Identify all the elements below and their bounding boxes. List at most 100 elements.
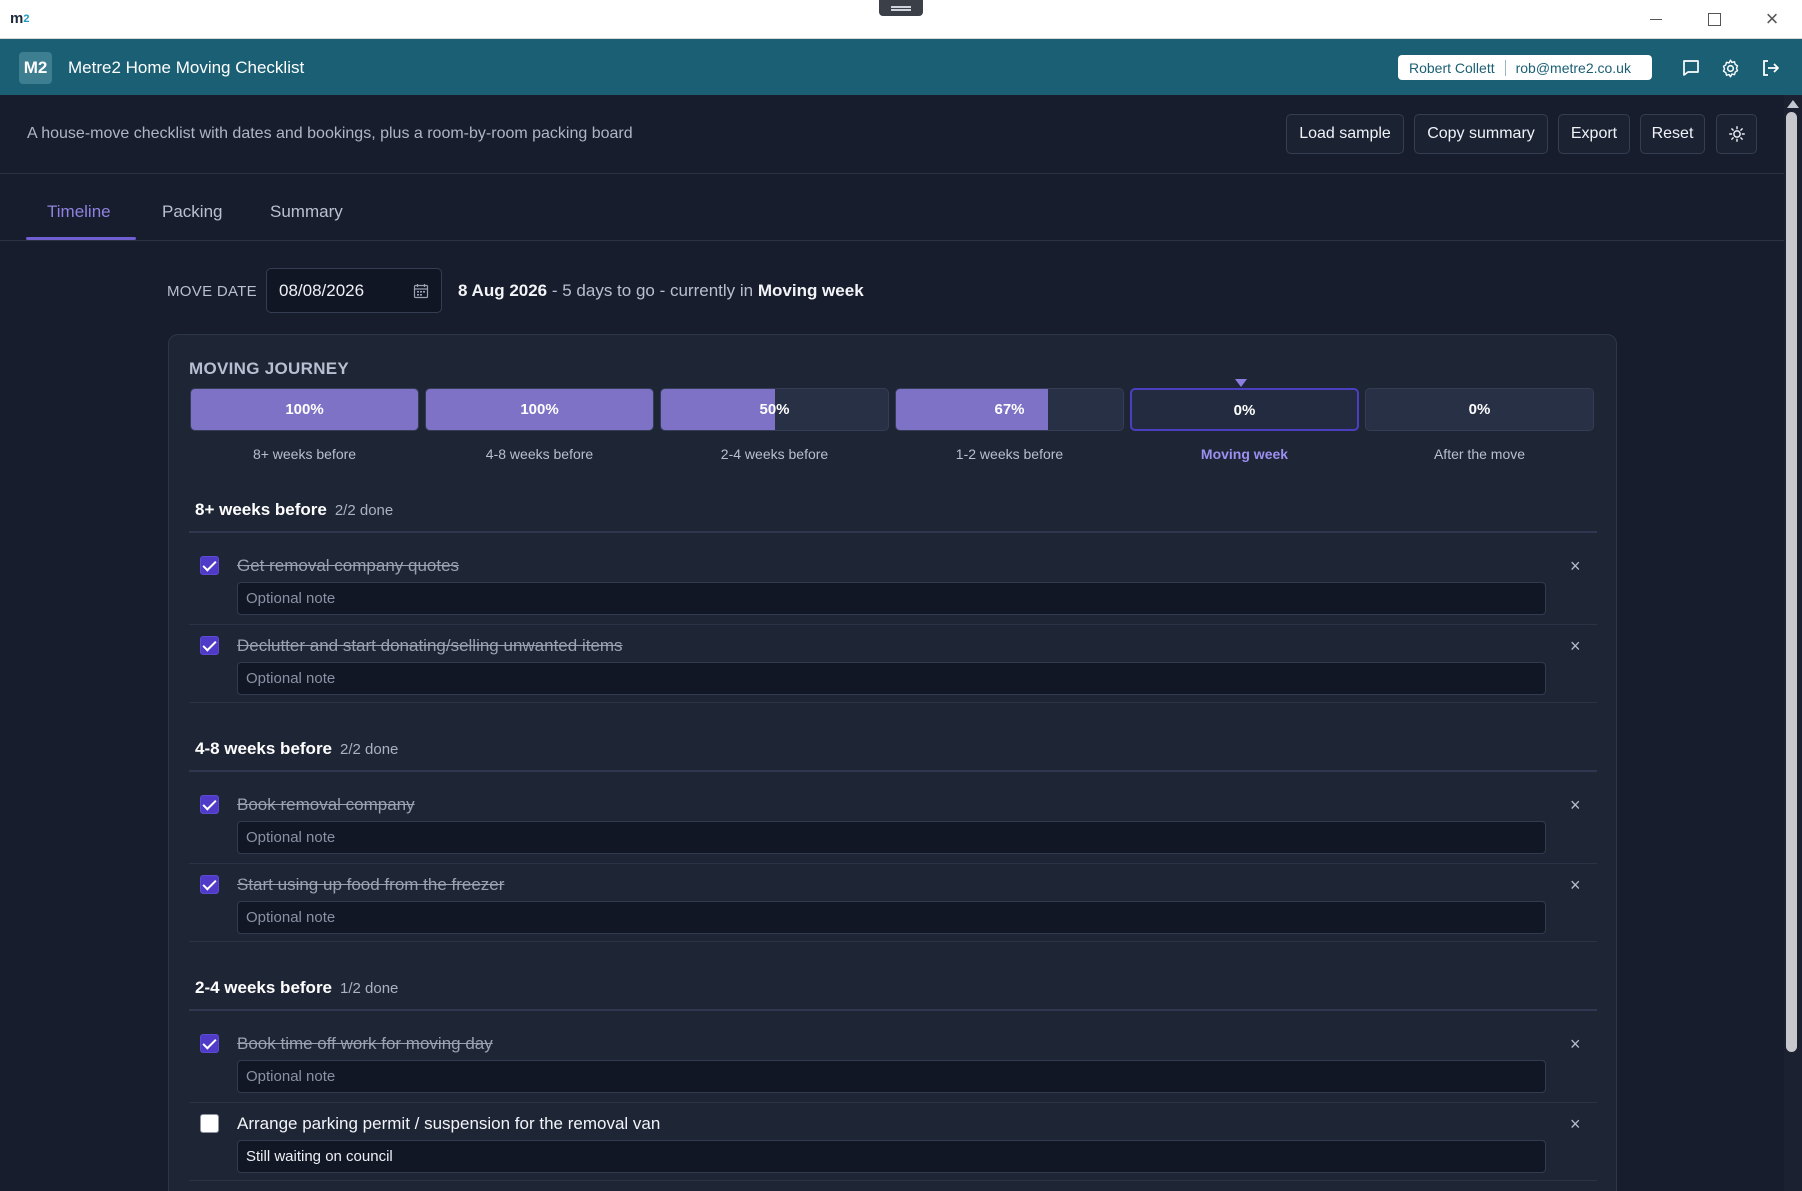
export-button[interactable]: Export <box>1558 114 1630 154</box>
group-count: 2/2 done <box>340 741 399 758</box>
move-date-long: 8 Aug 2026 <box>458 281 548 300</box>
stage-percent: 0% <box>1233 402 1256 419</box>
stage-4-8-weeks[interactable]: 100% <box>425 388 654 431</box>
app-title: Metre2 Home Moving Checklist <box>68 58 305 77</box>
copy-summary-button[interactable]: Copy summary <box>1414 114 1548 154</box>
user-pill[interactable]: Robert Collett rob@metre2.co.uk <box>1398 55 1652 80</box>
task-label: Book removal company <box>237 795 415 814</box>
moving-journey-card: MOVING JOURNEY 100% 100% 50% 67% 0% 0% 8… <box>168 334 1617 1191</box>
group-count: 2/2 done <box>334 502 394 519</box>
current-stage: Moving week <box>757 281 864 300</box>
maximize-button[interactable] <box>1694 6 1734 32</box>
task-row: Book removal company × <box>189 783 1597 863</box>
task-note-input[interactable] <box>237 1140 1546 1173</box>
stage-after-move[interactable]: 0% <box>1365 388 1594 431</box>
reset-button[interactable]: Reset <box>1640 114 1705 154</box>
logout-icon[interactable] <box>1758 56 1782 80</box>
task-label: Book time off work for moving day <box>237 1034 493 1053</box>
days-to-go: - 5 days to go - currently in <box>547 281 758 300</box>
user-email: rob@metre2.co.uk <box>1515 59 1631 76</box>
stage-label: 1-2 weeks before <box>955 446 1064 462</box>
task-label: Get removal company quotes <box>237 556 460 575</box>
stage-label-current: Moving week <box>1200 446 1289 462</box>
task-checkbox[interactable] <box>200 875 219 894</box>
stage-2-4-weeks[interactable]: 50% <box>660 388 889 431</box>
tab-packing[interactable]: Packing <box>162 202 222 222</box>
close-icon[interactable]: × <box>1570 795 1581 816</box>
gear-icon[interactable] <box>1718 56 1742 80</box>
current-stage-marker <box>1235 379 1247 387</box>
stage-label: 2-4 weeks before <box>720 446 829 462</box>
stage-8plus-weeks[interactable]: 100% <box>190 388 419 431</box>
app-badge: M2 <box>19 52 52 84</box>
group-divider <box>189 770 1597 772</box>
stage-label: After the move <box>1433 446 1526 462</box>
chat-bubble-icon[interactable] <box>1679 56 1703 80</box>
stage-percent: 0% <box>1468 401 1491 418</box>
minimize-button[interactable] <box>1636 6 1676 32</box>
task-checkbox[interactable] <box>200 1034 219 1053</box>
calendar-icon[interactable] <box>413 283 429 299</box>
close-icon[interactable]: × <box>1570 556 1581 577</box>
active-tab-indicator <box>26 237 136 240</box>
theme-toggle-button[interactable] <box>1716 114 1757 154</box>
task-row: Book time off work for moving day × <box>189 1022 1597 1102</box>
task-row: Start using up food from the freezer × <box>189 863 1597 943</box>
group-heading: 2-4 weeks before 1/2 done <box>195 978 399 997</box>
close-icon[interactable]: × <box>1570 636 1581 657</box>
group-count: 1/2 done <box>340 980 399 997</box>
task-checkbox[interactable] <box>200 1114 219 1133</box>
stage-percent: 67% <box>994 401 1025 418</box>
load-sample-button[interactable]: Load sample <box>1286 114 1404 154</box>
app-subtitle: A house-move checklist with dates and bo… <box>27 125 633 142</box>
stage-percent: 50% <box>759 401 790 418</box>
tab-bar: Timeline Packing Summary <box>0 174 1784 241</box>
close-icon[interactable]: × <box>1570 875 1581 896</box>
app-header: M2 Metre2 Home Moving Checklist Robert C… <box>0 39 1802 95</box>
close-icon[interactable]: × <box>1570 1034 1581 1055</box>
scroll-up-arrow[interactable] <box>1787 100 1799 108</box>
task-note-input[interactable] <box>237 582 1546 615</box>
move-date-summary: 8 Aug 2026 - 5 days to go - currently in… <box>458 281 864 301</box>
scrollbar-thumb[interactable] <box>1786 112 1797 1052</box>
task-note-input[interactable] <box>237 1060 1546 1093</box>
close-window-button[interactable]: × <box>1752 6 1792 32</box>
journey-title: MOVING JOURNEY <box>189 359 350 378</box>
task-label: Arrange parking permit / suspension for … <box>237 1114 661 1133</box>
stage-label: 8+ weeks before <box>252 446 357 462</box>
tab-summary[interactable]: Summary <box>270 202 343 222</box>
stage-moving-week[interactable]: 0% <box>1130 388 1359 431</box>
group-divider <box>189 1009 1597 1011</box>
tab-timeline[interactable]: Timeline <box>47 202 111 222</box>
move-date-value: 08/08/2026 <box>279 280 365 300</box>
window-titlebar: m2 × <box>0 0 1802 39</box>
move-date-label: MOVE DATE <box>167 283 257 300</box>
move-date-input[interactable]: 08/08/2026 <box>266 268 442 313</box>
task-row: Arrange parking permit / suspension for … <box>189 1102 1597 1182</box>
stage-percent: 100% <box>285 401 324 418</box>
group-heading: 4-8 weeks before 2/2 done <box>195 739 399 758</box>
group-heading: 8+ weeks before 2/2 done <box>195 500 394 519</box>
task-row: Declutter and start donating/selling unw… <box>189 624 1597 704</box>
task-checkbox[interactable] <box>200 556 219 575</box>
task-note-input[interactable] <box>237 901 1546 934</box>
row-separator <box>189 941 1597 942</box>
close-icon: × <box>1765 6 1779 31</box>
user-name: Robert Collett <box>1398 59 1506 76</box>
stage-label: 4-8 weeks before <box>485 446 594 462</box>
task-checkbox[interactable] <box>200 795 219 814</box>
task-note-input[interactable] <box>237 662 1546 695</box>
app-logo: m2 <box>10 10 30 27</box>
stage-1-2-weeks[interactable]: 67% <box>895 388 1124 431</box>
group-divider <box>189 531 1597 533</box>
task-row: Get removal company quotes × <box>189 544 1597 624</box>
task-label: Start using up food from the freezer <box>237 875 505 894</box>
row-separator <box>189 1180 1597 1181</box>
task-note-input[interactable] <box>237 821 1546 854</box>
task-checkbox[interactable] <box>200 636 219 655</box>
drag-handle[interactable] <box>879 0 923 16</box>
sun-icon <box>1728 126 1745 142</box>
stage-percent: 100% <box>520 401 559 418</box>
close-icon[interactable]: × <box>1570 1114 1581 1135</box>
row-separator <box>189 702 1597 703</box>
